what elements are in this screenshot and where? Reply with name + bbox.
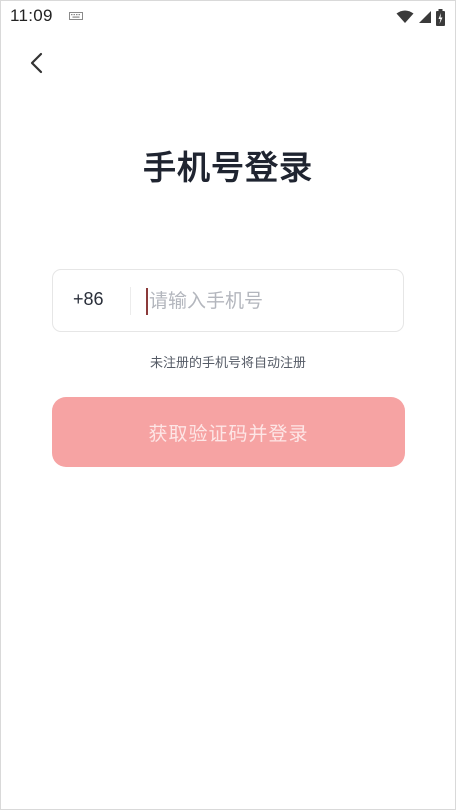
signal-icon [419,11,431,23]
status-time: 11:09 [10,6,53,25]
status-bar: 11:09 [1,1,455,33]
text-cursor [146,288,148,315]
back-button[interactable] [23,49,53,79]
page-title: 手机号登录 [143,148,313,187]
chevron-left-icon [30,52,43,74]
keyboard-icon [69,12,83,20]
status-icons [396,7,445,27]
wifi-icon [396,10,414,23]
phone-input[interactable] [149,280,389,322]
auto-register-hint: 未注册的手机号将自动注册 [149,356,306,371]
country-code-selector[interactable]: +86 [73,289,104,310]
get-code-login-button[interactable]: 获取验证码并登录 [52,397,405,467]
divider [130,287,131,315]
phone-field: +86 [52,269,404,332]
battery-icon [436,8,445,26]
